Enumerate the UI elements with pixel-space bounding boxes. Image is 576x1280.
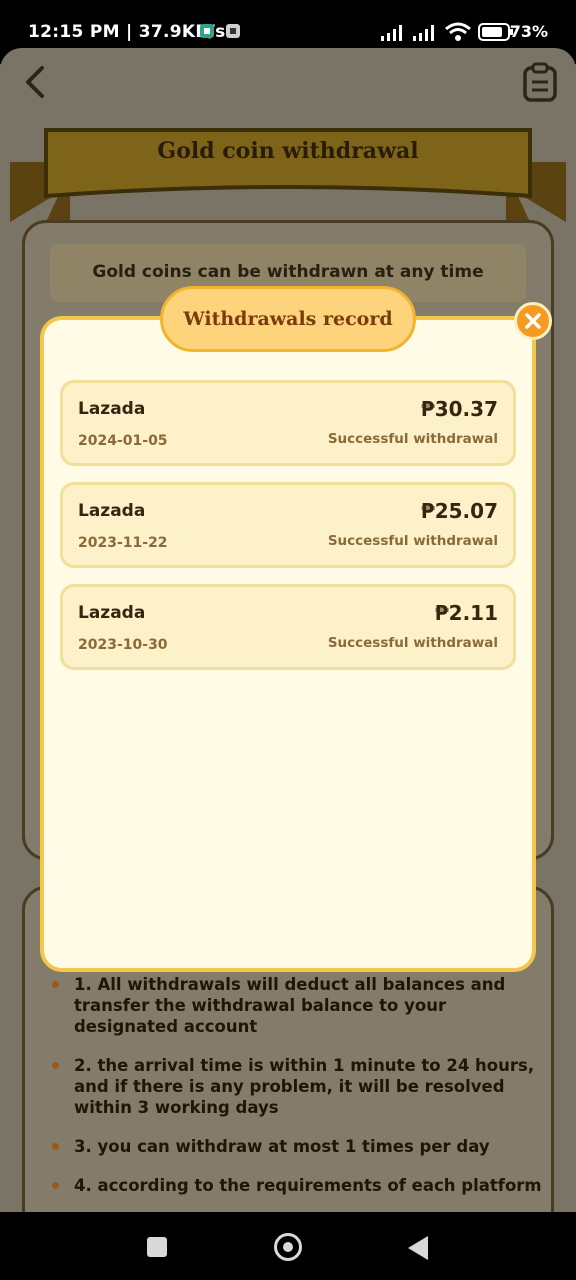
close-button[interactable]: [514, 302, 552, 340]
battery-icon: [478, 22, 514, 47]
clipboard-icon[interactable]: [522, 62, 558, 106]
navigation-bar: [0, 1212, 576, 1280]
record-merchant: Lazada: [78, 399, 146, 419]
bullet-icon: [52, 1062, 59, 1069]
record-status: Successful withdrawal: [327, 533, 498, 549]
bullet-icon: [52, 1182, 59, 1189]
recent-apps-icon[interactable]: [147, 1237, 167, 1257]
wifi-icon: [444, 22, 472, 47]
rules-list: 1. All withdrawals will deduct all balan…: [48, 974, 542, 1214]
record-date: 2023-11-22: [78, 535, 168, 551]
bullet-icon: [52, 981, 59, 988]
record-amount: ₱25.07: [420, 499, 498, 523]
record-date: 2023-10-30: [78, 637, 168, 653]
signal-icon-2: [412, 22, 442, 47]
notification-icon: [198, 22, 216, 45]
rule-item: 1. All withdrawals will deduct all balan…: [48, 974, 542, 1037]
rule-item: 2. the arrival time is within 1 minute t…: [48, 1055, 542, 1118]
notification-icon-2: [224, 22, 242, 45]
record-date: 2024-01-05: [78, 433, 168, 449]
record-amount: ₱30.37: [420, 397, 498, 421]
withdrawal-record: Lazada 2023-10-30 ₱2.11 Successful withd…: [60, 584, 516, 670]
withdrawal-record: Lazada 2023-11-22 ₱25.07 Successful with…: [60, 482, 516, 568]
battery-percent: 73%: [509, 22, 548, 41]
signal-icon: [380, 22, 410, 47]
home-icon[interactable]: [274, 1233, 302, 1261]
withdrawal-record: Lazada 2024-01-05 ₱30.37 Successful with…: [60, 380, 516, 466]
record-amount: ₱2.11: [434, 601, 498, 625]
record-merchant: Lazada: [78, 501, 146, 521]
record-status: Successful withdrawal: [327, 635, 498, 651]
bullet-icon: [52, 1143, 59, 1150]
back-icon[interactable]: [408, 1236, 428, 1260]
record-status: Successful withdrawal: [327, 431, 498, 447]
record-merchant: Lazada: [78, 603, 146, 623]
page-title: Gold coin withdrawal: [157, 138, 419, 164]
rule-item: 4. according to the requirements of each…: [48, 1175, 542, 1196]
status-time: 12:15 PM | 37.9KB/s: [28, 22, 226, 42]
rule-item: 3. you can withdraw at most 1 times per …: [48, 1136, 542, 1157]
back-arrow-icon[interactable]: [20, 62, 50, 106]
close-icon: [525, 313, 541, 329]
modal-title: Withdrawals record: [160, 286, 416, 352]
notice-text: Gold coins can be withdrawn at any time: [92, 262, 484, 282]
